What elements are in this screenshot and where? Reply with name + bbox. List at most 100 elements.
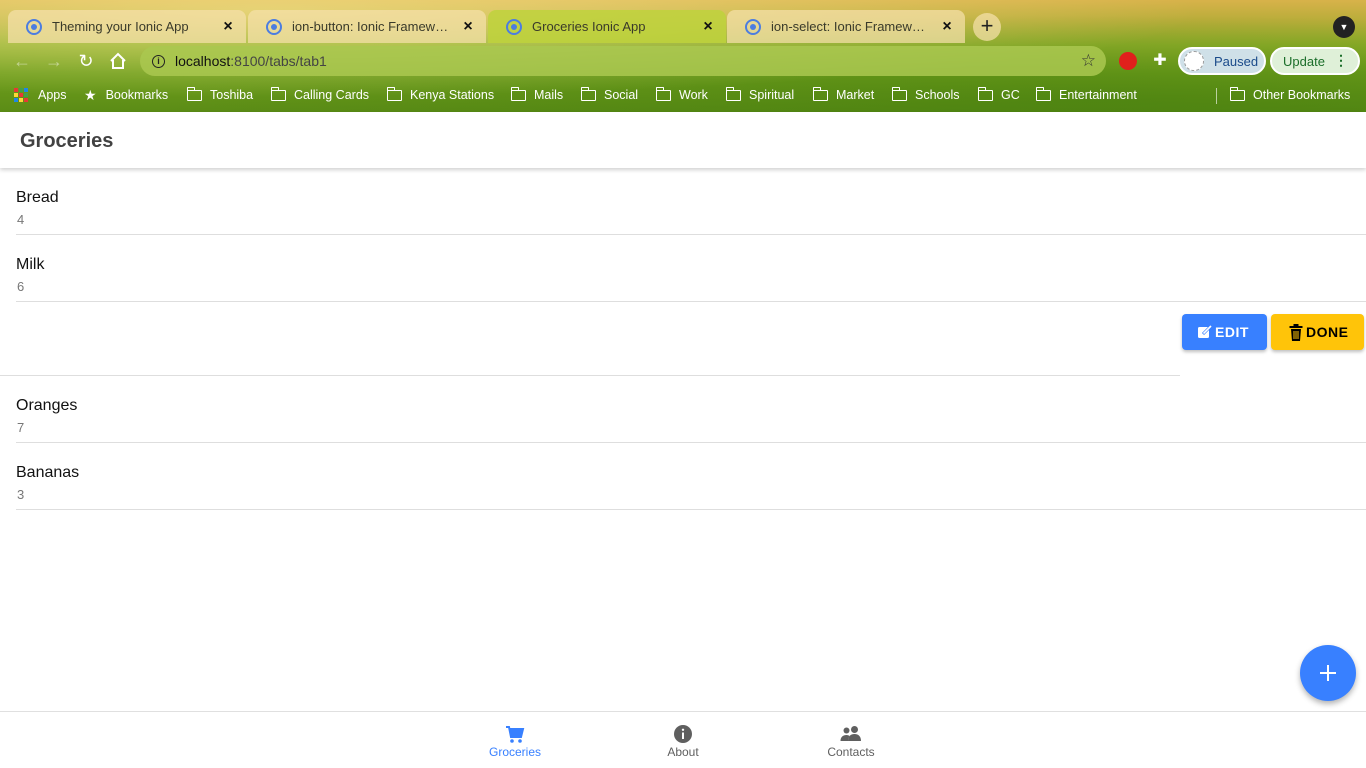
reload-icon[interactable]: ↻ [73,48,99,74]
bookmark-folder-entertainment[interactable]: Entertainment [1035,86,1137,104]
bookmarks-bar: Apps ★ Bookmarks Toshiba Calling Cards K… [0,82,1366,108]
list-item[interactable]: Bananas 3 [0,443,1366,510]
bookmark-folder-toshiba[interactable]: Toshiba [186,86,253,104]
cart-icon [506,726,525,743]
folder-icon [1229,86,1245,101]
tab-search-icon[interactable]: ▼ [1333,16,1355,38]
edit-label: EDIT [1215,324,1249,340]
url-path: :8100/tabs/tab1 [230,53,327,69]
bookmark-apps[interactable]: Apps [14,86,67,104]
extension-lens-icon[interactable] [1117,50,1139,72]
edit-icon [1197,324,1213,340]
back-arrow-icon[interactable]: ← [9,48,35,74]
browser-tab-ion-button[interactable]: ion-button: Ionic Framework API Docs × [248,10,486,43]
people-icon [840,726,861,741]
done-label: DONE [1306,324,1349,340]
tab-about[interactable]: About [623,712,743,768]
tab-title: ion-button: Ionic Framework API Docs [292,19,452,34]
browser-tab-theming[interactable]: Theming your Ionic App × [8,10,246,43]
bookmark-bookmarks[interactable]: ★ Bookmarks [84,86,168,104]
list-item[interactable]: Bread 4 [0,168,1366,235]
more-vert-icon: ⋮ [1334,52,1348,68]
folder-icon [270,86,286,101]
tab-title: ion-select: Ionic Framework API Docs [771,19,931,34]
folder-icon [1035,86,1051,101]
list-item[interactable]: Milk 6 [0,235,1366,302]
url-host: localhost [175,53,231,69]
tab-close-icon[interactable]: × [939,18,955,35]
item-quantity: 3 [17,487,25,502]
folder-icon [186,86,202,101]
tab-label: About [667,745,699,759]
bookmark-folder-work[interactable]: Work [655,86,708,104]
tab-bar: Groceries About Contacts [0,711,1366,768]
page-title: Groceries [20,130,114,152]
tab-close-icon[interactable]: × [700,18,716,35]
ionic-favicon-icon [26,18,42,35]
sliding-item-open[interactable]: EDIT DONE [0,309,1366,376]
bookmark-folder-social[interactable]: Social [580,86,638,104]
ionic-favicon-icon [506,18,522,35]
bookmarks-divider [1216,88,1217,104]
app-header: Groceries [0,112,1366,168]
bookmark-folder-schools[interactable]: Schools [891,86,959,104]
tab-title: Groceries Ionic App [532,19,646,34]
bookmark-folder-gc[interactable]: GC [977,86,1020,104]
edit-button[interactable]: EDIT [1182,314,1267,350]
slid-item-body[interactable] [0,309,1180,376]
folder-icon [725,86,741,101]
folder-icon [977,86,993,101]
folder-icon [891,86,907,101]
tab-close-icon[interactable]: × [220,18,236,35]
folder-icon [655,86,671,101]
add-icon [1320,665,1336,681]
avatar [1184,51,1204,71]
tab-groceries[interactable]: Groceries [455,712,575,768]
forward-arrow-icon[interactable]: → [41,48,67,74]
item-quantity: 6 [17,279,25,294]
ionic-favicon-icon [266,18,282,35]
bookmark-folder-market[interactable]: Market [812,86,874,104]
bookmark-folder-mails[interactable]: Mails [510,86,563,104]
folder-icon [386,86,402,101]
browser-tab-groceries[interactable]: Groceries Ionic App × [488,10,726,43]
update-button[interactable]: Update ⋮ [1270,47,1360,75]
tab-close-icon[interactable]: × [460,18,476,35]
bookmark-folder-kenya-stations[interactable]: Kenya Stations [386,86,494,104]
tab-contacts[interactable]: Contacts [791,712,911,768]
list-item[interactable]: Oranges 7 [0,376,1366,443]
done-button[interactable]: DONE [1271,314,1364,350]
add-fab-button[interactable] [1300,645,1356,701]
tab-title: Theming your Ionic App [52,19,189,34]
tab-label: Contacts [827,745,875,759]
item-name: Oranges [16,397,78,414]
tab-label: Groceries [488,745,541,759]
item-name: Milk [16,256,45,273]
apps-grid-icon [14,88,28,102]
item-quantity: 4 [17,212,25,227]
update-label: Update [1283,53,1325,69]
address-bar[interactable]: i localhost:8100/tabs/tab1 ☆ [140,46,1106,76]
site-info-icon[interactable]: i [152,54,165,68]
new-tab-button[interactable]: + [973,13,1001,41]
browser-toolbar: ← → ↻ i localhost:8100/tabs/tab1 ☆ ✚ Pau… [0,44,1366,78]
info-circle-icon [674,725,692,743]
profile-button[interactable]: Paused [1178,47,1266,75]
browser-chrome: Theming your Ionic App × ion-button: Ion… [0,0,1366,112]
folder-icon [510,86,526,101]
bookmark-folder-calling-cards[interactable]: Calling Cards [270,86,369,104]
folder-icon [812,86,828,101]
bookmark-folder-spiritual[interactable]: Spiritual [725,86,794,104]
home-icon[interactable] [105,48,131,74]
bookmark-folder-other-bookmarks[interactable]: Other Bookmarks [1229,86,1350,104]
item-name: Bread [16,189,59,206]
trash-icon [1288,323,1304,341]
extensions-puzzle-icon[interactable]: ✚ [1149,50,1171,72]
star-icon: ★ [84,86,97,103]
item-quantity: 7 [17,420,25,435]
bookmark-star-icon[interactable]: ☆ [1081,51,1096,71]
item-name: Bananas [16,464,80,481]
browser-tab-ion-select[interactable]: ion-select: Ionic Framework API Docs × [727,10,965,43]
profile-status: Paused [1214,53,1259,69]
tab-strip: Theming your Ionic App × ion-button: Ion… [0,8,1366,43]
